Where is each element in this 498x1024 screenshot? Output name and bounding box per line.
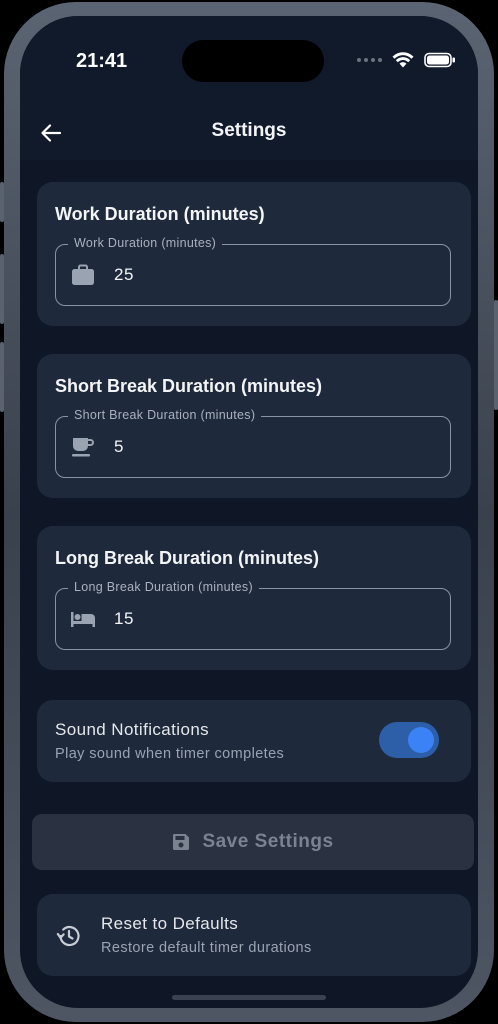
coffee-icon [70,435,96,459]
sound-notifications-card: Sound Notifications Play sound when time… [37,700,471,782]
power-button [494,300,498,410]
app-bar: Settings [20,106,478,160]
dynamic-island [182,40,324,82]
sound-title: Sound Notifications [55,720,210,739]
card-title: Short Break Duration (minutes) [55,376,323,396]
side-button [0,182,4,222]
long-break-card: Long Break Duration (minutes) Long Break… [37,526,471,670]
screen: 21:41 Settings Work Duration (minutes) W… [20,16,478,1008]
home-indicator [172,995,326,1000]
battery-icon [424,52,455,68]
briefcase-icon [70,263,96,287]
reset-subtitle: Restore default timer durations [101,940,312,956]
short-break-card: Short Break Duration (minutes) Short Bre… [37,354,471,498]
save-icon [173,834,190,850]
long-break-input[interactable] [114,589,434,649]
status-bar: 21:41 [20,16,478,106]
status-icons [357,52,456,68]
page-title: Settings [211,120,287,141]
short-break-input[interactable] [114,417,434,477]
long-break-field: Long Break Duration (minutes) [55,580,451,650]
work-duration-input[interactable] [114,245,434,305]
work-duration-card: Work Duration (minutes) Work Duration (m… [37,182,471,326]
status-time: 21:41 [76,50,128,72]
volume-down-button [0,342,4,412]
volume-up-button [0,254,4,324]
card-title: Work Duration (minutes) [55,204,265,224]
sound-subtitle: Play sound when timer completes [55,746,285,762]
reset-title: Reset to Defaults [101,914,239,933]
card-title: Long Break Duration (minutes) [55,548,320,568]
signal-dots-icon [357,58,382,62]
toggle-knob [408,727,434,753]
wifi-icon [392,52,414,68]
history-icon [56,925,80,947]
bed-icon [70,607,96,631]
reset-defaults-card[interactable]: Reset to Defaults Restore default timer … [37,894,471,976]
sound-toggle[interactable] [379,722,439,758]
save-label: Save Settings [202,831,334,852]
save-settings-button[interactable]: Save Settings [32,814,474,870]
short-break-field: Short Break Duration (minutes) [55,408,451,478]
work-duration-field: Work Duration (minutes) [55,236,451,306]
